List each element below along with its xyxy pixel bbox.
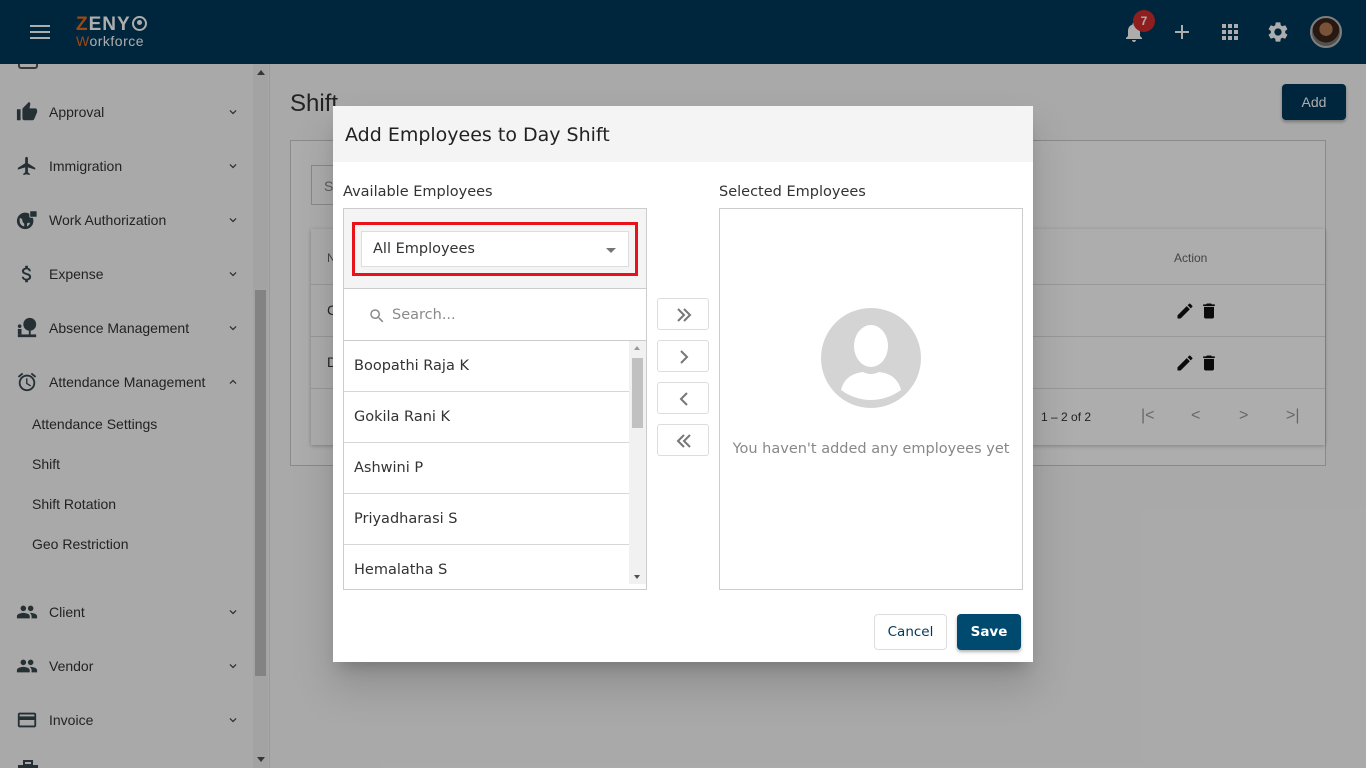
list-item[interactable]: Gokila Rani K <box>344 392 629 443</box>
filter-area: All Employees <box>344 209 646 289</box>
list-item[interactable]: Boopathi Raja K <box>344 341 629 392</box>
employee-name: Hemalatha S <box>354 562 448 578</box>
scroll-up-arrow[interactable] <box>634 346 640 350</box>
save-button[interactable]: Save <box>957 614 1021 650</box>
list-scrollbar[interactable] <box>629 341 646 584</box>
selected-employees-panel: You haven't added any employees yet <box>719 208 1023 590</box>
list-item[interactable]: Ashwini P <box>344 443 629 494</box>
chevron-right-icon <box>680 350 689 364</box>
dialog-header: Add Employees to Day Shift <box>333 106 1033 162</box>
move-all-right-button[interactable] <box>657 298 709 330</box>
employee-name: Gokila Rani K <box>354 409 451 425</box>
employee-name: Ashwini P <box>354 460 424 476</box>
highlight-box: All Employees <box>352 222 638 276</box>
chevron-left-icon <box>679 392 688 406</box>
search-icon <box>370 309 384 323</box>
cancel-button[interactable]: Cancel <box>874 614 947 650</box>
list-item[interactable]: Priyadharasi S <box>344 494 629 545</box>
move-right-button[interactable] <box>657 340 709 372</box>
double-chevron-left-icon <box>676 434 691 448</box>
employee-search <box>344 290 646 341</box>
filter-selected-value: All Employees <box>373 241 475 257</box>
employee-filter-select[interactable]: All Employees <box>361 231 629 267</box>
employee-search-input[interactable] <box>392 302 632 328</box>
list-item[interactable]: Hemalatha S <box>344 545 629 584</box>
employee-name: Priyadharasi S <box>354 511 458 527</box>
move-left-button[interactable] <box>657 382 709 414</box>
dropdown-caret-icon <box>606 248 616 253</box>
available-employee-list: Boopathi Raja K Gokila Rani K Ashwini P … <box>344 341 646 584</box>
double-chevron-right-icon <box>677 308 692 322</box>
empty-user-avatar-icon <box>821 308 921 408</box>
scroll-down-arrow[interactable] <box>634 575 640 579</box>
scrollbar-thumb[interactable] <box>632 358 643 428</box>
add-employees-dialog: Add Employees to Day Shift Available Emp… <box>333 106 1033 662</box>
empty-state-message: You haven't added any employees yet <box>732 441 1010 457</box>
employee-name: Boopathi Raja K <box>354 358 469 374</box>
available-employees-label: Available Employees <box>343 184 493 200</box>
dialog-title: Add Employees to Day Shift <box>345 124 610 146</box>
available-employees-panel: All Employees Boopathi Raja K Gokila Ran… <box>343 208 647 590</box>
move-all-left-button[interactable] <box>657 424 709 456</box>
selected-employees-label: Selected Employees <box>719 184 866 200</box>
